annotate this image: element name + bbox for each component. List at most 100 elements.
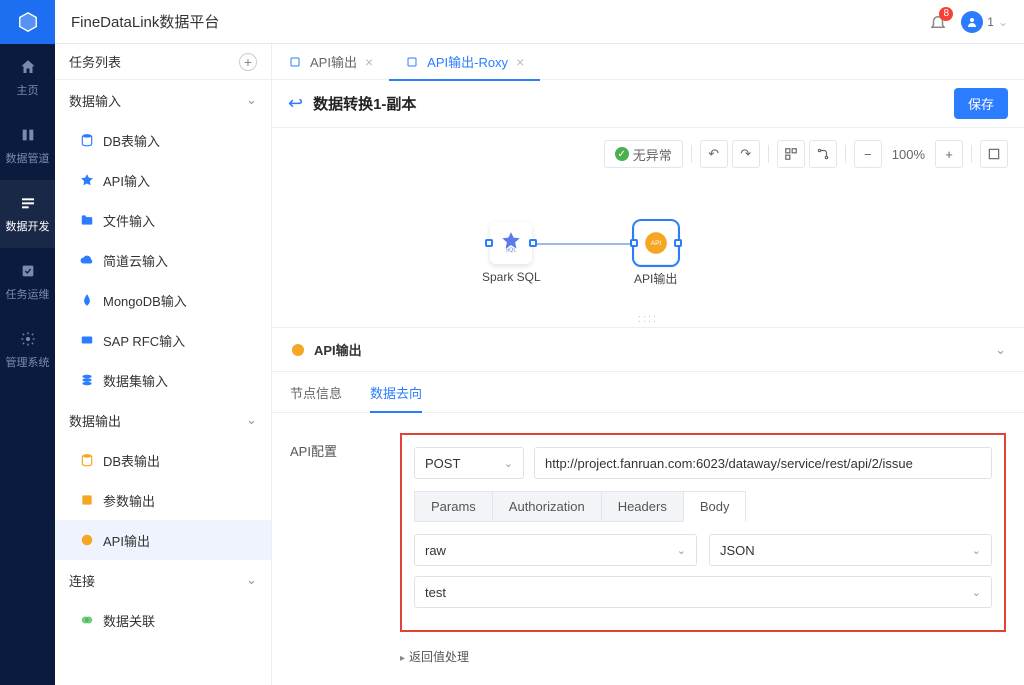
group-input[interactable]: 数据输入 ⌄ (55, 80, 271, 120)
comp-param-output[interactable]: 参数输出 (55, 480, 271, 520)
tab-api-output-roxy[interactable]: API输出-Roxy × (389, 44, 540, 80)
api-output-icon: API (643, 230, 669, 256)
api-output-icon (290, 342, 306, 358)
tab-api-output[interactable]: API输出 × (272, 44, 389, 80)
body-content-select[interactable]: test ⌄ (414, 576, 992, 608)
ops-icon (19, 262, 37, 280)
node-spark-sql[interactable]: SQL Spark SQL (482, 222, 541, 284)
nav-ops[interactable]: 任务运维 (0, 248, 55, 316)
subtab-params[interactable]: Params (414, 491, 493, 522)
user-label: 1 (987, 15, 994, 29)
status-badge: ✓ 无异常 (604, 140, 683, 168)
api-icon (79, 172, 95, 188)
nav-pipeline[interactable]: 数据管道 (0, 112, 55, 180)
input-port[interactable] (485, 239, 493, 247)
zoom-out-button[interactable]: − (854, 140, 882, 168)
nav-label: 主页 (17, 82, 39, 98)
nav-home[interactable]: 主页 (0, 44, 55, 112)
fit-button[interactable] (980, 140, 1008, 168)
comp-api-output[interactable]: API输出 (55, 520, 271, 560)
db-icon (79, 452, 95, 468)
group-output[interactable]: 数据输出 ⌄ (55, 400, 271, 440)
add-task-button[interactable]: + (239, 53, 257, 71)
method-select[interactable]: POST ⌄ (414, 447, 524, 479)
comp-mongodb-input[interactable]: MongoDB输入 (55, 280, 271, 320)
method-value: POST (425, 456, 460, 471)
comp-label: DB表输入 (103, 131, 160, 150)
comp-jiandaoyun-input[interactable]: 简道云输入 (55, 240, 271, 280)
group-label: 连接 (69, 571, 95, 590)
config-panel-title: API输出 (314, 340, 362, 359)
chevron-down-icon: ⌄ (504, 457, 513, 470)
develop-icon (19, 194, 37, 212)
body-content-value: test (425, 585, 446, 600)
chevron-down-icon: ⌄ (677, 544, 686, 557)
user-menu[interactable]: 1 ⌄ (961, 11, 1008, 33)
config-panel: API输出 ⌄ 节点信息 数据去向 API配置 (272, 328, 1024, 685)
gear-icon (19, 330, 37, 348)
comp-data-join[interactable]: 数据关联 (55, 600, 271, 640)
output-port[interactable] (529, 239, 537, 247)
save-button[interactable]: 保存 (954, 88, 1008, 119)
body-type-select[interactable]: raw ⌄ (414, 534, 697, 566)
zoom-level: 100% (886, 140, 931, 168)
node-label: API输出 (634, 270, 677, 287)
canvas-area[interactable]: ✓ 无异常 ↶ ↷ − 100% + (272, 128, 1024, 328)
comp-db-output[interactable]: DB表输出 (55, 440, 271, 480)
zoom-in-button[interactable]: + (935, 140, 963, 168)
app-title: FineDataLink数据平台 (71, 11, 219, 32)
comp-file-input[interactable]: 文件输入 (55, 200, 271, 240)
output-port[interactable] (674, 239, 682, 247)
chevron-down-icon: ⌄ (972, 586, 981, 599)
app-logo (0, 0, 55, 44)
comp-dataset-input[interactable]: 数据集输入 (55, 360, 271, 400)
comp-sap-input[interactable]: SAP RFC输入 (55, 320, 271, 360)
tab-icon (405, 55, 419, 69)
dataset-icon (79, 372, 95, 388)
input-port[interactable] (630, 239, 638, 247)
chevron-down-icon: ⌄ (246, 572, 257, 588)
subtab-headers[interactable]: Headers (601, 491, 684, 522)
back-button[interactable]: ↩ (288, 93, 303, 114)
close-icon[interactable]: × (365, 54, 373, 70)
folder-icon (79, 212, 95, 228)
config-tab-target[interactable]: 数据去向 (370, 372, 422, 412)
comp-label: 文件输入 (103, 211, 155, 230)
config-tab-info[interactable]: 节点信息 (290, 372, 342, 412)
nav-system[interactable]: 管理系统 (0, 316, 55, 384)
notification-bell[interactable]: 8 (929, 13, 947, 31)
body-format-select[interactable]: JSON ⌄ (709, 534, 992, 566)
comp-label: API输入 (103, 171, 150, 190)
join-icon (79, 612, 95, 628)
resize-handle[interactable]: :::: (638, 313, 658, 325)
comp-label: 参数输出 (103, 491, 155, 510)
redo-button[interactable]: ↷ (732, 140, 760, 168)
collapse-button[interactable]: ⌄ (995, 342, 1006, 358)
tab-label: API输出-Roxy (427, 52, 508, 71)
comp-label: MongoDB输入 (103, 291, 187, 310)
chevron-down-icon: ⌄ (998, 15, 1008, 29)
comp-label: API输出 (103, 531, 150, 550)
cloud-icon (79, 252, 95, 268)
breadcrumb-title: 数据转换1-副本 (313, 93, 416, 114)
route-button[interactable] (809, 140, 837, 168)
pipeline-icon (19, 126, 37, 144)
undo-button[interactable]: ↶ (700, 140, 728, 168)
group-conn[interactable]: 连接 ⌄ (55, 560, 271, 600)
node-api-output[interactable]: API API输出 (634, 222, 677, 287)
user-avatar (961, 11, 983, 33)
subtab-auth[interactable]: Authorization (492, 491, 602, 522)
tabs-row: API输出 × API输出-Roxy × (272, 44, 1024, 80)
nav-rail: 主页 数据管道 数据开发 任务运维 管理系统 (0, 0, 55, 685)
return-handling-toggle[interactable]: 返回值处理 (400, 648, 1006, 665)
node-label: Spark SQL (482, 270, 541, 284)
comp-api-input[interactable]: API输入 (55, 160, 271, 200)
nav-develop[interactable]: 数据开发 (0, 180, 55, 248)
subtab-body[interactable]: Body (683, 491, 747, 522)
close-icon[interactable]: × (516, 54, 524, 70)
layout-button[interactable] (777, 140, 805, 168)
url-input[interactable] (534, 447, 992, 479)
api-config-label: API配置 (290, 433, 400, 460)
comp-label: 数据集输入 (103, 371, 168, 390)
comp-db-input[interactable]: DB表输入 (55, 120, 271, 160)
